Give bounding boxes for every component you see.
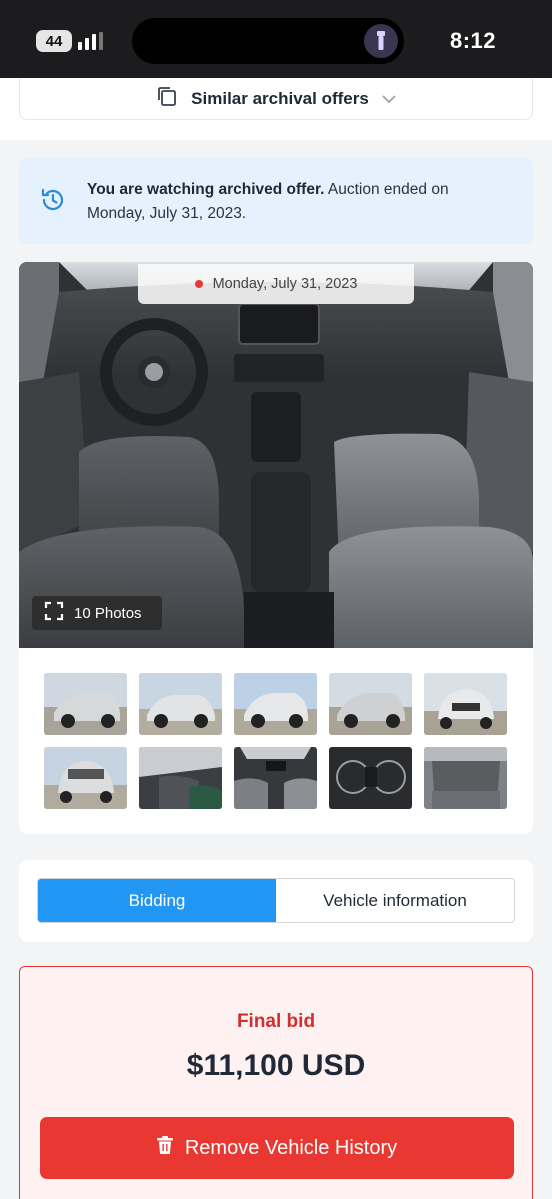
similar-offers-button[interactable]: Similar archival offers — [19, 78, 533, 120]
flashlight-icon[interactable] — [364, 24, 398, 58]
photo-gallery: Monday, July 31, 2023 10 Photos — [19, 262, 533, 834]
thumbnail[interactable] — [139, 747, 222, 809]
chevron-down-icon — [381, 89, 397, 109]
remove-vehicle-history-label: Remove Vehicle History — [184, 1136, 398, 1159]
thumbnail[interactable] — [329, 747, 412, 809]
similar-offers-section: Similar archival offers — [0, 78, 552, 140]
photos-count-label: 10 Photos — [74, 604, 142, 622]
final-bid-value: $11,100 USD — [186, 1049, 366, 1082]
tab-bar: Bidding Vehicle information — [37, 878, 515, 923]
thumbnail-grid — [44, 673, 508, 809]
signal-icon — [78, 30, 103, 50]
battery-icon: 44 — [36, 30, 72, 52]
history-icon — [39, 186, 67, 219]
photos-count-button[interactable]: 10 Photos — [32, 596, 162, 630]
auction-date: Monday, July 31, 2023 — [212, 276, 358, 292]
final-bid-label: Final bid — [236, 1011, 316, 1032]
thumbnail[interactable] — [44, 673, 127, 735]
tab-vehicle-information[interactable]: Vehicle information — [276, 879, 514, 922]
thumbnail[interactable] — [234, 747, 317, 809]
thumbnail[interactable] — [234, 673, 317, 735]
alert-bold: You are watching archived offer. — [87, 181, 325, 198]
tabs-card: Bidding Vehicle information — [19, 860, 533, 942]
similar-offers-label: Similar archival offers — [191, 88, 369, 108]
trash-icon — [156, 1136, 173, 1160]
tab-bidding[interactable]: Bidding — [38, 879, 276, 922]
thumbnail[interactable] — [424, 747, 507, 809]
clock: 8:12 — [449, 28, 496, 53]
thumbnail[interactable] — [139, 673, 222, 735]
copy-icon — [155, 84, 179, 113]
remove-vehicle-history-button[interactable]: Remove Vehicle History — [40, 1117, 514, 1179]
battery-level: 44 — [45, 32, 63, 50]
main-photo[interactable]: Monday, July 31, 2023 10 Photos — [19, 262, 533, 648]
auction-date-chip: Monday, July 31, 2023 — [138, 264, 414, 304]
archived-offer-alert: You are watching archived offer. Auction… — [19, 158, 533, 244]
red-dot-icon — [194, 280, 203, 288]
alert-message: You are watching archived offer. Auction… — [87, 178, 507, 226]
thumbnail[interactable] — [44, 747, 127, 809]
status-bar: 44 8:12 — [0, 0, 552, 78]
dynamic-island — [132, 18, 404, 64]
thumbnail[interactable] — [424, 673, 507, 735]
final-bid-card: Final bid $11,100 USD Remove Vehicle His… — [19, 966, 533, 1199]
expand-icon — [44, 601, 64, 625]
thumbnail[interactable] — [329, 673, 412, 735]
